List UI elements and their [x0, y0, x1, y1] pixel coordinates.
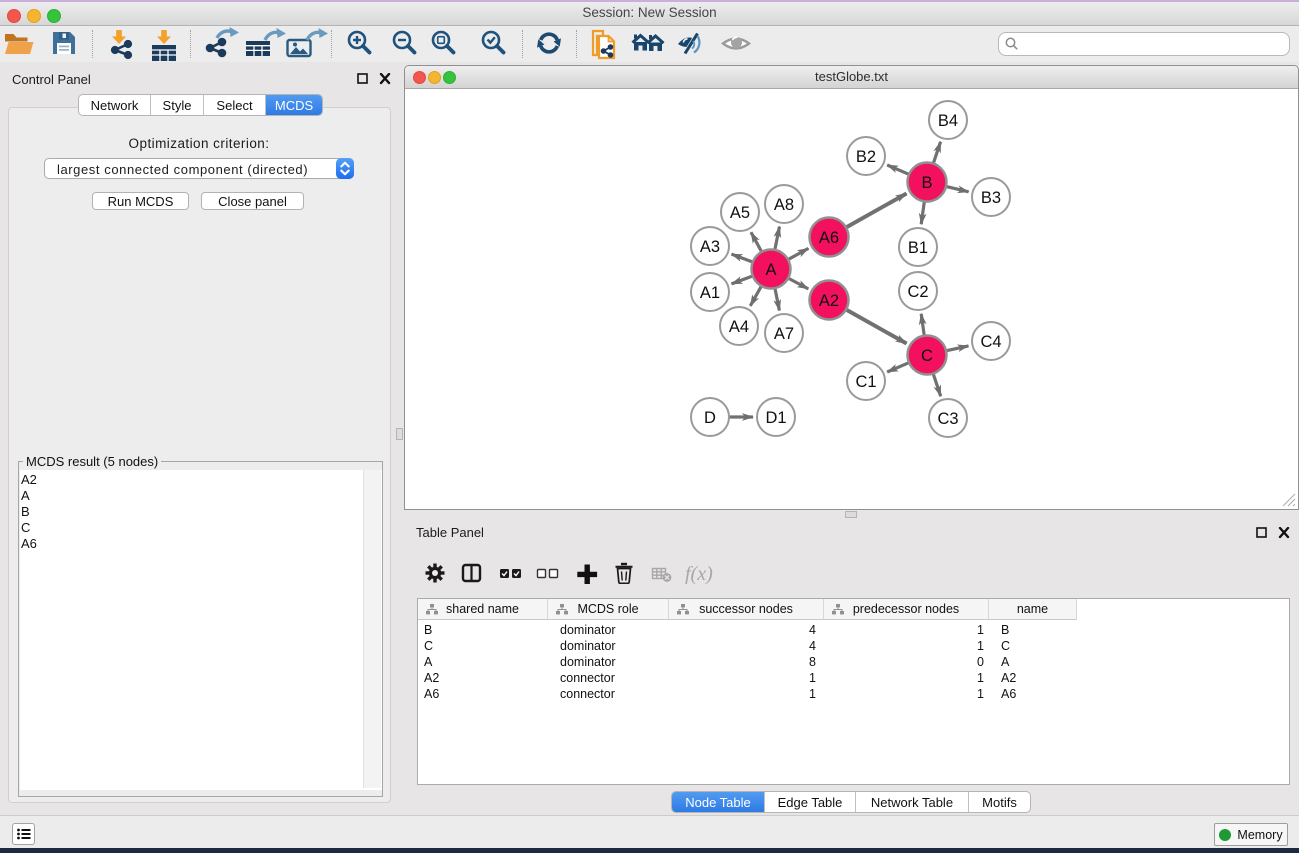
svg-text:A3: A3 — [700, 238, 720, 256]
svg-text:A6: A6 — [819, 229, 839, 247]
svg-text:D: D — [704, 409, 716, 427]
svg-text:A: A — [765, 261, 776, 279]
svg-text:B4: B4 — [938, 112, 958, 130]
svg-text:f(x): f(x) — [685, 563, 713, 584]
svg-text:B: B — [921, 174, 932, 192]
svg-text:C: C — [921, 347, 933, 365]
svg-text:B2: B2 — [856, 148, 876, 166]
svg-text:A4: A4 — [729, 318, 749, 336]
svg-text:B3: B3 — [981, 189, 1001, 207]
svg-text:C3: C3 — [937, 410, 958, 428]
svg-text:B1: B1 — [908, 239, 928, 257]
svg-text:A5: A5 — [730, 204, 750, 222]
svg-text:A8: A8 — [774, 196, 794, 214]
svg-text:A1: A1 — [700, 284, 720, 302]
svg-text:C2: C2 — [907, 283, 928, 301]
svg-text:D1: D1 — [765, 409, 786, 427]
svg-text:A2: A2 — [819, 292, 839, 310]
svg-text:A7: A7 — [774, 325, 794, 343]
svg-text:C1: C1 — [855, 373, 876, 391]
svg-text:C4: C4 — [980, 333, 1001, 351]
